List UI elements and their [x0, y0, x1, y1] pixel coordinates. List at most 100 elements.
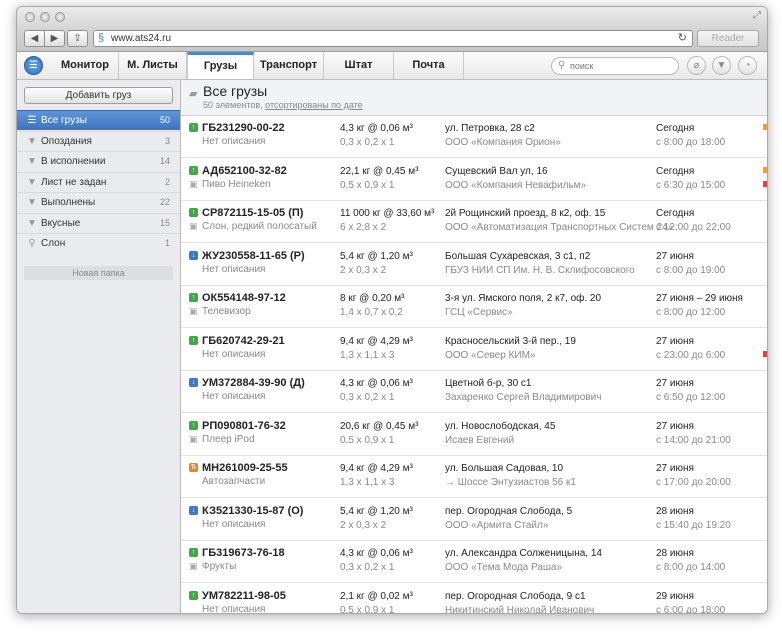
title-bar: ⤢ — [17, 7, 767, 27]
share-button[interactable]: ⇪ — [67, 30, 88, 47]
tab-cargo[interactable]: Грузы — [187, 52, 254, 79]
cargo-description: Нет описания — [202, 603, 266, 614]
recipient-name: ГБУЗ НИИ СП Им. Н. В. Склифосовского — [445, 264, 635, 276]
cargo-row[interactable]: ↑ ГБ231290-00-22 Нет описания 4,3 кг @ 0,06… — [181, 116, 767, 158]
delivery-address: 3-я ул. Ямского поля, 2 к7, оф. 20 — [445, 293, 602, 304]
cargo-weight: 2,1 кг @ 0,02 м³ — [340, 590, 413, 602]
cargo-description: Нет описания — [202, 263, 266, 275]
cargo-description: Нет описания — [202, 136, 266, 147]
back-button[interactable]: ◀ — [24, 30, 45, 47]
cargo-dimensions: 6 х 2,8 х 2 — [340, 222, 387, 233]
tab-mail[interactable]: Почта — [394, 52, 464, 79]
paperclip-icon: ⌀ — [693, 60, 700, 71]
delivery-date: 28 июня — [656, 548, 694, 559]
recipient-name: Исаев Евгений — [445, 434, 515, 446]
new-folder-button[interactable]: Новая папка — [24, 266, 173, 280]
tab-transport[interactable]: Транспорт — [254, 52, 324, 79]
delivery-address: Цветной б-р, 30 с1 — [445, 378, 532, 389]
sort-link[interactable]: отсортированы по дате — [265, 100, 363, 110]
cargo-id: ЖУ230558-11-65 (Р) — [202, 249, 305, 262]
cargo-id: ГБ231290-00-22 — [202, 122, 285, 134]
cargo-description: Телевизор — [202, 306, 251, 317]
zoom-window-button[interactable] — [55, 12, 65, 22]
browser-toolbar: ◀ ▶ ⇪ § www.ats24.ru ↻ Reader — [17, 27, 767, 52]
sidebar-item-count: 14 — [159, 156, 170, 166]
cargo-row[interactable]: ↑ ▣ АД652100-32-82 Пиво Heineken 22,1 кг @ 0… — [181, 159, 767, 201]
tab-staff[interactable]: Штат — [324, 52, 394, 79]
delivery-address: пер. Огородная Слобода, 5 — [445, 505, 573, 517]
cargo-description: Пиво Heineken — [202, 178, 271, 190]
fullscreen-icon[interactable]: ⤢ — [753, 11, 761, 21]
cargo-description: Нет описания — [202, 518, 266, 530]
list-header: ▰ Все грузы 50 элементов, отсортированы … — [181, 80, 767, 116]
filter-button[interactable]: ▼ — [712, 56, 731, 75]
filter-icon: ▼ — [27, 135, 37, 147]
delivery-date: Сегодня — [656, 165, 695, 177]
address-bar[interactable]: § www.ats24.ru ↻ — [93, 30, 693, 47]
delivery-address: Сущевский Вал ул, 16 — [445, 165, 548, 177]
sidebar-item-count: 1 — [164, 238, 170, 248]
sidebar-item-label: В исполнении — [41, 156, 106, 167]
attachment-button[interactable]: ⌀ — [687, 56, 706, 75]
cargo-weight: 4,3 кг @ 0,06 м³ — [340, 548, 413, 559]
recipient-name: ООО «Автоматизация Транспортных Систем 2… — [445, 222, 674, 233]
cargo-description: Нет описания — [202, 391, 266, 402]
cargo-row[interactable]: ↑ ▣ ОК554148-97-12 Телевизор 8 кг @ 0,20 м³ 1… — [181, 286, 767, 328]
reader-button[interactable]: Reader — [697, 30, 759, 47]
cargo-row[interactable]: ↑ ГБ620742-29-21 Нет описания 9,4 кг @ 4,29… — [181, 329, 767, 371]
sidebar-item[interactable]: ▼ Лист не задан 2 — [17, 171, 180, 192]
delivery-date: Сегодня — [656, 208, 695, 219]
add-cargo-button[interactable]: Добавить груз — [24, 87, 173, 104]
sidebar-item-label: Вкусные — [41, 217, 81, 229]
search-input[interactable] — [570, 59, 670, 72]
delivery-time: с 15:40 до 19:20 — [656, 519, 731, 531]
sidebar-item[interactable]: ⚲ Слон 1 — [17, 233, 180, 253]
minimize-window-button[interactable] — [40, 12, 50, 22]
cargo-dimensions: 1,3 х 1,1 х 3 — [340, 349, 395, 361]
cargo-row[interactable]: ↑ УМ782211-98-05 Нет описания 2,1 кг @ 0,02… — [181, 584, 767, 614]
main-menu-icon[interactable]: ☰ — [24, 56, 43, 75]
cargo-row[interactable]: ↓ ЖУ230558-11-65 (Р) Нет описания 5,4 кг @ … — [181, 244, 767, 286]
filter-icon: ▼ — [27, 217, 37, 229]
browser-window: ⤢ ◀ ▶ ⇪ § www.ats24.ru ↻ Reader ☰ Монито… — [16, 6, 768, 614]
cargo-row[interactable]: ↑ ▣ РП090801-76-32 Плеер iPod 20,6 кг @ 0,45… — [181, 414, 767, 456]
status-icon: ⇅ — [189, 463, 198, 472]
status-icon: ↑ — [189, 293, 198, 302]
cargo-row[interactable]: ↑ ▣ СР872115-15-05 (П) Слон, редкий полосат… — [181, 201, 767, 243]
delivery-date: 27 июня — [656, 335, 694, 347]
sidebar-item-label: Слон — [41, 238, 66, 249]
delivery-date: 27 июня — [656, 420, 694, 432]
sidebar-item[interactable]: ☰ Все грузы 50 — [17, 110, 180, 130]
delivery-address: ул. Большая Садовая, 10 — [445, 463, 564, 474]
status-marker — [763, 180, 767, 187]
sidebar-item[interactable]: ▼ Опоздания 3 — [17, 130, 180, 151]
cargo-row[interactable]: ↑ ▣ ГБ319673-76-18 Фрукты 4,3 кг @ 0,06 м³ 0,… — [181, 541, 767, 583]
tab-route-sheets[interactable]: М. Листы — [119, 52, 187, 79]
cargo-id: УМ782211-98-05 — [202, 589, 286, 602]
cargo-id: АД652100-32-82 — [202, 164, 287, 177]
main-content: ▰ Все грузы 50 элементов, отсортированы … — [181, 80, 767, 613]
delivery-date: 27 июня — [656, 378, 694, 389]
forward-button[interactable]: ▶ — [44, 30, 65, 47]
cargo-dimensions: 2 х 0,3 х 2 — [340, 519, 387, 531]
sidebar-item[interactable]: ▼ В исполнении 14 — [17, 151, 180, 171]
search-box[interactable]: ⚲ — [551, 57, 679, 75]
status-icon: ↑ — [189, 165, 198, 175]
tab-monitor[interactable]: Монитор — [52, 52, 119, 79]
recipient-name: ООО «Компания Невафильм» — [445, 179, 587, 191]
sidebar-item[interactable]: ▼ Выполнены 22 — [17, 192, 180, 212]
cargo-row[interactable]: ⇅ МН261009-25-55 Автозапчасти 9,4 кг @ 4,29… — [181, 456, 767, 498]
reload-icon[interactable]: ↻ — [678, 31, 687, 46]
cargo-row[interactable]: ↓ УМ372884-39-90 (Д) Нет описания 4,3 кг @ … — [181, 371, 767, 413]
delivery-address: ул. Петровка, 28 с2 — [445, 123, 535, 134]
cargo-row[interactable]: ↓ КЗ521330-15-87 (О) Нет описания 5,4 кг @ … — [181, 499, 767, 541]
cargo-description: Фрукты — [202, 561, 237, 572]
filter-icon: ▼ — [27, 156, 37, 167]
dashboard-button[interactable]: ◔ — [738, 56, 757, 75]
cargo-dimensions: 0,3 х 0,2 х 1 — [340, 392, 395, 403]
cargo-id: КЗ521330-15-87 (О) — [202, 504, 304, 517]
sidebar-item[interactable]: ▼ Вкусные 15 — [17, 212, 180, 233]
delivery-address: 2й Рощинский проезд, 8 к2, оф. 15 — [445, 208, 606, 219]
close-window-button[interactable] — [25, 12, 35, 22]
status-icon: ↓ — [189, 505, 198, 515]
